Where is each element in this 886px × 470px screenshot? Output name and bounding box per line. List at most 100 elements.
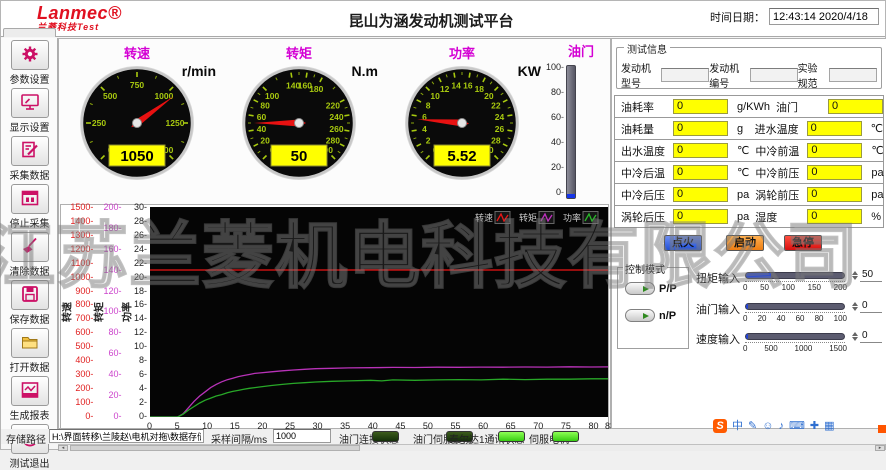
mode-toggle-p-p[interactable]: P/P bbox=[625, 282, 688, 295]
sidebar-item-7: 打开数据 bbox=[1, 328, 58, 374]
measurement-unit: g bbox=[737, 123, 743, 135]
test-info-field-2: 发动机编号 bbox=[709, 60, 797, 90]
table-row: 油耗率0g/KWh油门0% bbox=[615, 96, 883, 118]
svg-text:40: 40 bbox=[257, 124, 267, 134]
sogou-logo-icon[interactable]: S bbox=[713, 419, 727, 433]
sidebar-button-broom[interactable] bbox=[11, 232, 49, 262]
slider-label: 油门输入 bbox=[692, 301, 740, 317]
slider-track[interactable] bbox=[745, 272, 845, 279]
svg-text:4: 4 bbox=[422, 124, 427, 134]
throttle-tick-label: 40 bbox=[534, 138, 564, 147]
y-tick-label: 26 bbox=[131, 231, 147, 240]
field-label: 实验规范 bbox=[798, 60, 827, 90]
grid-icon[interactable]: ▦ bbox=[824, 419, 834, 433]
slider-tick: 80 bbox=[815, 314, 824, 323]
svg-text:60: 60 bbox=[257, 112, 267, 122]
measurement-unit: % bbox=[871, 211, 881, 223]
sidebar-button-report[interactable] bbox=[11, 376, 49, 406]
sidebar-button-save[interactable] bbox=[11, 280, 49, 310]
measurement-value: 0 bbox=[807, 143, 862, 158]
slider-track[interactable] bbox=[745, 333, 845, 340]
mic-icon[interactable]: ♪ bbox=[778, 419, 784, 433]
field-input[interactable] bbox=[829, 68, 877, 82]
table-row: 涡轮后压0pa湿度0% bbox=[615, 206, 883, 228]
sidebar-button-folder[interactable] bbox=[11, 328, 49, 358]
slider-tick: 50 bbox=[760, 283, 769, 292]
svg-text:50: 50 bbox=[291, 148, 308, 165]
measurement-value: 0 bbox=[673, 121, 728, 136]
mode-toggle-n-p[interactable]: n/P bbox=[625, 309, 688, 322]
field-input[interactable] bbox=[661, 68, 709, 82]
sidebar-item-3: 采集数据 bbox=[1, 136, 58, 182]
path-input[interactable] bbox=[49, 429, 204, 443]
sidebar-button-gear[interactable] bbox=[11, 40, 49, 70]
tools-icon[interactable]: ✚ bbox=[810, 419, 819, 433]
measurement-unit: ℃ bbox=[871, 122, 883, 135]
report-icon bbox=[20, 380, 40, 403]
svg-text:14: 14 bbox=[451, 81, 461, 91]
ignite-button[interactable]: 点火 bbox=[664, 235, 702, 251]
sidebar-item-5: 清除数据 bbox=[1, 232, 58, 278]
gauge-torque: 转矩N.m02040608010014016018022024026028030… bbox=[224, 39, 374, 203]
estop-button[interactable]: 急停 bbox=[784, 235, 822, 251]
y-axis-title-3: 功率 bbox=[121, 207, 130, 417]
throttle-scale: 100806040200 bbox=[534, 63, 564, 197]
keyboard-icon[interactable]: ⌨ bbox=[789, 419, 805, 433]
throttle-tick-label: 80 bbox=[534, 88, 564, 97]
slider-minor-ticks bbox=[745, 312, 845, 313]
gauge-dial: 02040608010014016018022024026028030050 bbox=[240, 64, 358, 185]
y-tick-label: 0 bbox=[70, 412, 93, 421]
scroll-left-arrow[interactable]: ◂ bbox=[58, 445, 68, 451]
slider-track[interactable] bbox=[745, 303, 845, 310]
y-tick-label: 28 bbox=[131, 217, 147, 226]
svg-text:1050: 1050 bbox=[120, 148, 153, 165]
sidebar-button-edit-doc[interactable] bbox=[11, 136, 49, 166]
pen-icon[interactable]: ✎ bbox=[748, 419, 757, 433]
gauge-dial: 0246810121416182022242628305.52 bbox=[403, 64, 521, 185]
scroll-thumb[interactable] bbox=[70, 445, 360, 451]
slider-value[interactable]: 50 bbox=[860, 269, 882, 282]
gauge-panel: 转速r/min02505007501000125015001050转矩N.m02… bbox=[59, 39, 610, 203]
spinner-up-icon[interactable] bbox=[852, 271, 858, 275]
spinner-down-icon[interactable] bbox=[852, 276, 858, 280]
measurement-value: 0 bbox=[673, 209, 728, 224]
y-tick-label: 4 bbox=[131, 384, 147, 393]
gauge-unit: r/min bbox=[182, 63, 216, 79]
slider-value[interactable]: 0 bbox=[860, 330, 882, 343]
spinner-down-icon[interactable] bbox=[852, 307, 858, 311]
interval-input[interactable] bbox=[273, 429, 331, 443]
status-led-off bbox=[372, 431, 399, 442]
field-input[interactable] bbox=[750, 68, 798, 82]
y-tick-label: 900 bbox=[70, 287, 93, 296]
svg-text:220: 220 bbox=[326, 101, 340, 111]
svg-text:24: 24 bbox=[495, 112, 505, 122]
measurement-label: 出水温度 bbox=[621, 143, 673, 159]
chinese-mode-icon[interactable]: 中 bbox=[732, 419, 743, 433]
spinner-up-icon[interactable] bbox=[852, 302, 858, 306]
y-tick-label: 24 bbox=[131, 245, 147, 254]
control-mode-title: 控制模式 bbox=[623, 261, 667, 276]
app-window: Lanmec® 兰菱科技Test 昆山为涵发动机测试平台 时间日期： 参数设置显… bbox=[0, 0, 886, 450]
scroll-right-arrow[interactable]: ▸ bbox=[875, 445, 885, 451]
axis-title-text: 功率 bbox=[119, 302, 134, 322]
emoji-icon[interactable]: ☺ bbox=[762, 419, 773, 433]
spinner-up-icon[interactable] bbox=[852, 332, 858, 336]
slider-tick-labels: 050010001500 bbox=[743, 344, 847, 353]
sidebar-button-monitor[interactable] bbox=[11, 88, 49, 118]
main-panel: 转速r/min02505007501000125015001050转矩N.m02… bbox=[58, 38, 611, 429]
sidebar-button-calendar[interactable] bbox=[11, 184, 49, 214]
gauge-unit: N.m bbox=[352, 63, 378, 79]
measurement-value: 0 bbox=[673, 165, 728, 180]
spinner-down-icon[interactable] bbox=[852, 337, 858, 341]
mode-label: n/P bbox=[659, 310, 676, 322]
measurement-label: 油耗率 bbox=[621, 99, 673, 115]
y-tick-label: 200 bbox=[70, 384, 93, 393]
slider-value[interactable]: 0 bbox=[860, 300, 882, 313]
slider-spinner: 0 bbox=[852, 300, 882, 313]
y-tick-label: 1100 bbox=[70, 259, 93, 268]
y-tick-label: 1300 bbox=[70, 231, 93, 240]
svg-text:1000: 1000 bbox=[154, 91, 173, 101]
throttle-tick-label: 0 bbox=[534, 188, 564, 197]
slider-tick: 500 bbox=[764, 344, 777, 353]
start-button[interactable]: 启动 bbox=[726, 235, 764, 251]
